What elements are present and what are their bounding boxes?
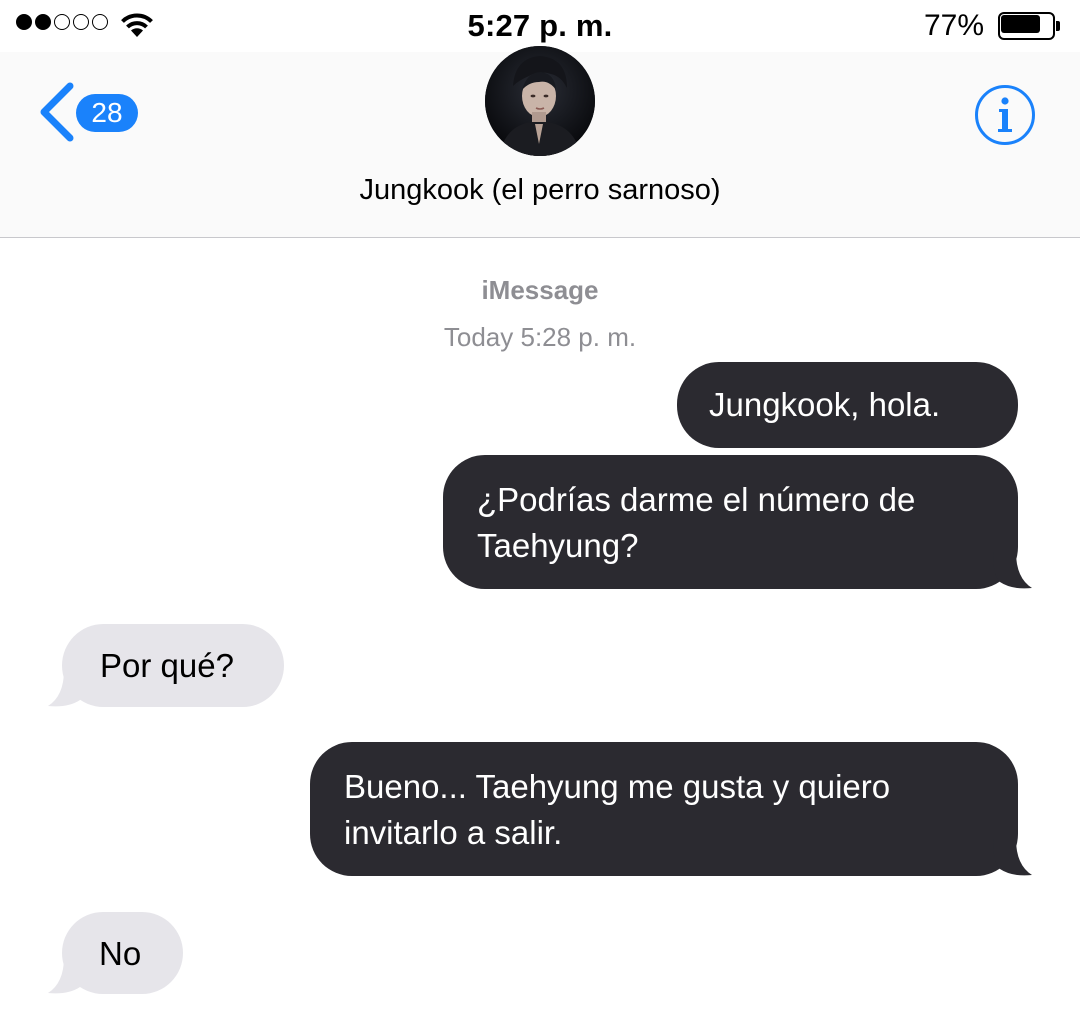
conversation-header: 28 Jungkook (el perro sarnoso) xyxy=(0,46,1080,238)
contact-avatar[interactable] xyxy=(485,46,595,156)
bubble-tail xyxy=(993,552,1032,589)
thread-timestamp: Today 5:28 p. m. xyxy=(443,322,637,352)
bubble-tail xyxy=(48,957,87,994)
bubble-tail xyxy=(993,839,1032,876)
sent-message-bubble[interactable]: Bueno... Taehyung me gusta y quiero invi… xyxy=(310,742,1018,876)
battery-percentage: 77% xyxy=(923,9,984,42)
battery-icon xyxy=(998,12,1060,40)
sent-message-bubble[interactable]: ¿Podrías darme el número de Taehyung? xyxy=(443,455,1018,589)
contact-name[interactable]: Jungkook (el perro sarnoso) xyxy=(0,174,1080,207)
message-text-line: No xyxy=(99,935,142,972)
contact-photo xyxy=(485,46,595,156)
message-text-line: Por qué? xyxy=(100,647,234,684)
message-text-line: Taehyung? xyxy=(477,527,639,564)
back-button[interactable]: 28 xyxy=(36,80,146,144)
messages-screen: 5:27 p. m. 77% 28 Jungkook (el perro sar… xyxy=(0,0,1080,1035)
service-label: iMessage xyxy=(481,275,599,305)
chevron-left-icon xyxy=(40,82,74,142)
received-message-bubble[interactable]: Por qué? xyxy=(62,624,284,707)
battery-terminal xyxy=(1056,21,1060,31)
unread-count-badge: 28 xyxy=(76,94,138,132)
sent-message-bubble[interactable]: Jungkook, hola. xyxy=(677,362,1018,448)
message-text-line: invitarlo a salir. xyxy=(344,814,563,851)
bubble-tail xyxy=(48,670,87,707)
info-icon[interactable] xyxy=(974,84,1036,146)
message-text-line: Bueno... Taehyung me gusta y quiero xyxy=(344,768,891,805)
battery-level-fill xyxy=(1001,15,1040,33)
message-text-line: Jungkook, hola. xyxy=(709,386,941,423)
status-bar: 5:27 p. m. 77% xyxy=(0,0,1080,52)
message-text-line: ¿Podrías darme el número de xyxy=(477,481,916,518)
status-time: 5:27 p. m. xyxy=(467,8,613,43)
